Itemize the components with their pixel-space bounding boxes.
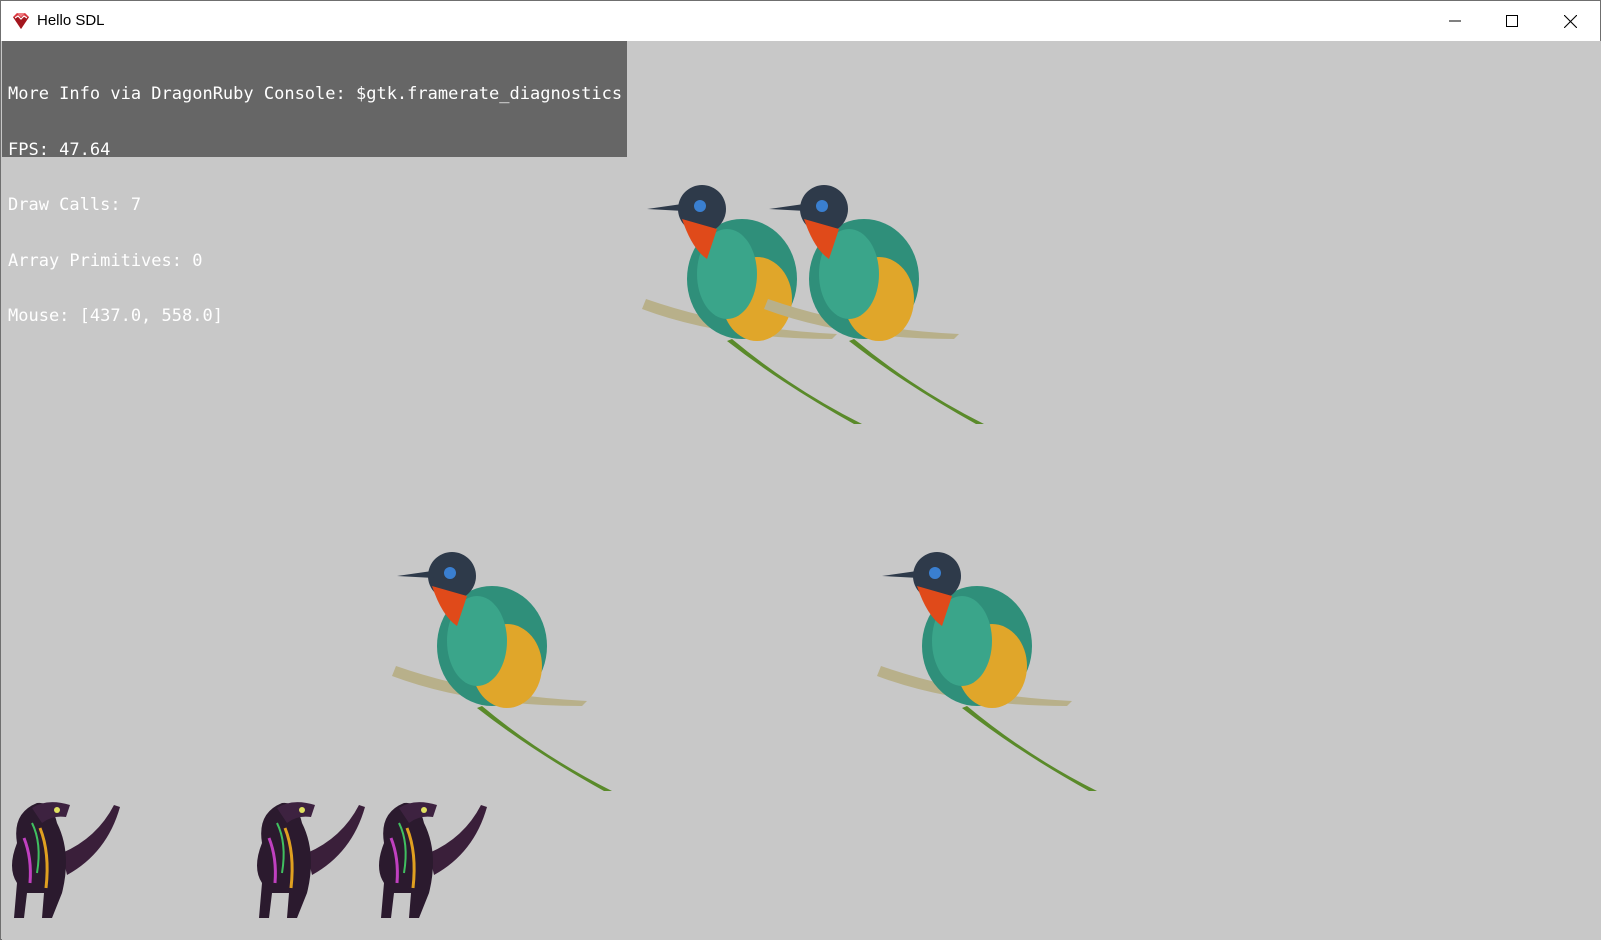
diagnostics-fps: FPS: 47.64 — [8, 139, 111, 160]
title-bar[interactable]: Hello SDL — [1, 1, 1600, 41]
dragonruby-gem-icon — [13, 13, 29, 29]
maximize-button[interactable] — [1483, 1, 1541, 41]
window-title: Hello SDL — [37, 12, 105, 29]
game-canvas[interactable]: More Info via DragonRuby Console: $gtk.f… — [2, 41, 1601, 940]
maximize-icon — [1506, 15, 1518, 27]
diagnostics-mouse: Mouse: [437.0, 558.0] — [8, 306, 223, 326]
framerate-diagnostics-panel: More Info via DragonRuby Console: $gtk.f… — [2, 41, 627, 325]
app-window: Hello SDL More Info via DragonRuby Conso… — [0, 0, 1601, 940]
diagnostics-info-line: More Info via DragonRuby Console: $gtk.f… — [8, 84, 623, 104]
dinosaur-sprite-1 — [12, 802, 120, 918]
bird-sprite-4 — [877, 552, 1097, 791]
bird-sprite-2 — [764, 185, 984, 424]
minimize-icon — [1449, 20, 1461, 22]
diagnostics-array-primitives: Array Primitives: 0 — [8, 250, 203, 271]
dinosaur-sprite-2 — [257, 802, 365, 918]
close-button[interactable] — [1541, 1, 1599, 41]
bird-sprite-3 — [392, 552, 612, 791]
close-icon — [1563, 14, 1577, 28]
diagnostics-draw-calls: Draw Calls: 7 — [8, 195, 142, 215]
dinosaur-sprite-3 — [379, 802, 487, 918]
minimize-button[interactable] — [1426, 1, 1484, 41]
